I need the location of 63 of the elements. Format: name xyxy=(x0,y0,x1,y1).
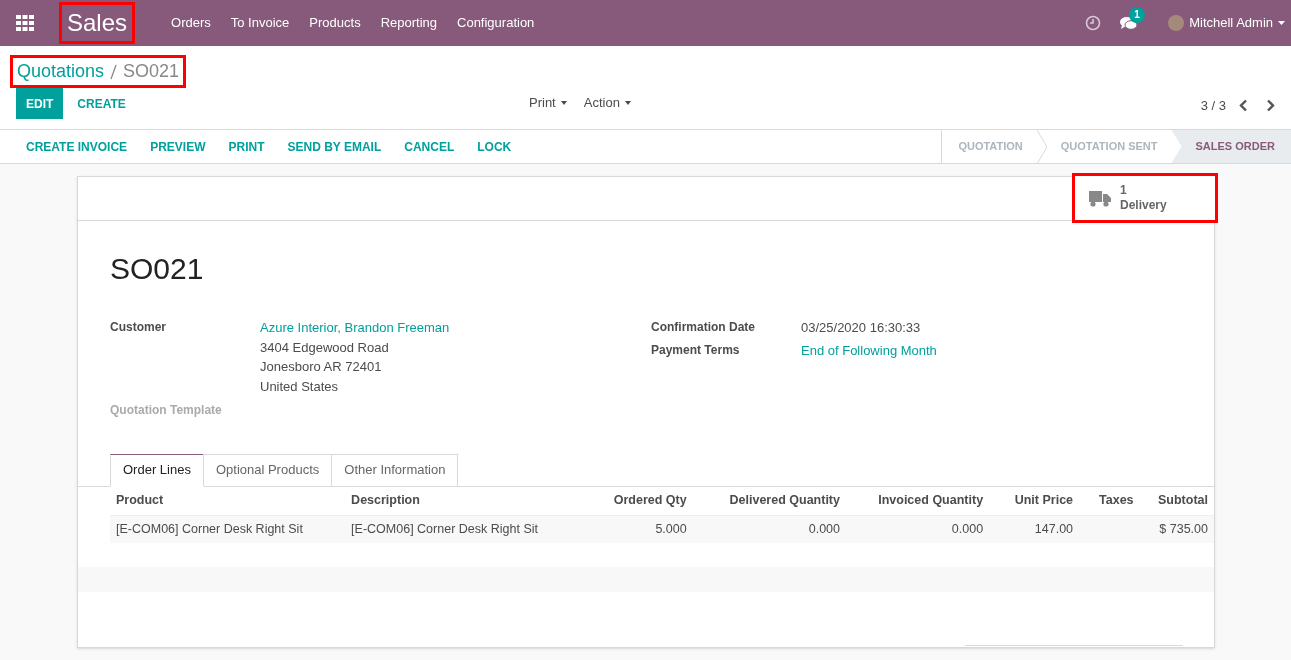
dropdown-button[interactable]: Print xyxy=(529,93,567,113)
header-button[interactable]: CREATE INVOICE xyxy=(26,137,128,156)
field-value: 03/25/2020 16:30:33 xyxy=(801,319,921,337)
table-cell: 5.000 xyxy=(580,515,693,543)
create-button[interactable]: CREATE xyxy=(77,88,126,119)
menu-item[interactable]: Orders xyxy=(171,13,211,33)
column-header[interactable]: Ordered Qty xyxy=(580,486,693,516)
field-link[interactable]: End of Following Month xyxy=(801,340,937,360)
menu-item[interactable]: Reporting xyxy=(380,13,437,33)
table-cell: 0.000 xyxy=(846,515,990,543)
field-link[interactable]: Azure Interior, Brandon Freeman xyxy=(260,318,450,338)
delivery-button[interactable]: 1 Delivery xyxy=(1072,173,1218,223)
column-header[interactable]: Unit Price xyxy=(989,486,1080,516)
truck-icon xyxy=(1089,189,1111,207)
caret-icon xyxy=(560,100,567,105)
user-menu[interactable]: Mitchell Admin xyxy=(1189,13,1285,33)
column-header[interactable]: Taxes xyxy=(1079,486,1133,516)
apps-menu-icon[interactable] xyxy=(15,13,35,33)
caret-icon xyxy=(1278,21,1285,25)
breadcrumb-current: SO021 xyxy=(123,60,180,83)
header-button[interactable]: CANCEL xyxy=(404,137,455,156)
field-value: 3404 Edgewood Road xyxy=(260,338,390,357)
delivery-label: Delivery xyxy=(1120,198,1167,213)
breadcrumb-separator-icon xyxy=(110,63,118,80)
field-value: Jonesboro AR 72401 xyxy=(260,358,383,376)
dropdown-button[interactable]: Action xyxy=(583,93,631,113)
column-header[interactable]: Product xyxy=(110,486,346,516)
message-count-badge: 1 xyxy=(1129,6,1145,23)
menu-item[interactable]: Products xyxy=(309,13,361,33)
menu-item[interactable]: Configuration xyxy=(457,13,535,33)
table-cell: 147.00 xyxy=(989,515,1080,543)
delivery-count: 1 xyxy=(1120,183,1127,198)
order-title: SO021 xyxy=(110,251,205,287)
header-button[interactable]: PREVIEW xyxy=(150,137,206,156)
field-label: Customer xyxy=(110,319,167,336)
previous-icon[interactable] xyxy=(1239,99,1248,113)
table-cell: 0.000 xyxy=(692,515,846,543)
table-cell: [E-COM06] Corner Desk Right Sit xyxy=(110,515,346,543)
pager-value: 3 / 3 xyxy=(1200,97,1226,115)
field-label: Payment Terms xyxy=(651,341,741,359)
tab[interactable]: Order Lines xyxy=(110,453,204,487)
app-title: Sales xyxy=(59,2,136,44)
clock-icon[interactable] xyxy=(1085,15,1102,31)
table-cell: $ 735.00 xyxy=(1132,515,1214,543)
menu-item[interactable]: To Invoice xyxy=(230,13,290,33)
column-header[interactable]: Delivered Quantity xyxy=(692,486,846,516)
column-header[interactable]: Invoiced Quantity xyxy=(846,486,990,516)
stage-button[interactable]: SALES ORDER xyxy=(1171,130,1291,163)
table-cell: [E-COM06] Corner Desk Right Sit xyxy=(345,515,581,543)
header-button[interactable]: SEND BY EMAIL xyxy=(287,137,382,156)
field-label: Confirmation Date xyxy=(651,319,756,336)
header-button[interactable]: LOCK xyxy=(477,137,512,156)
field-label: Quotation Template xyxy=(110,402,223,419)
breadcrumb-link[interactable]: Quotations xyxy=(17,58,105,85)
column-header[interactable]: Description xyxy=(345,486,581,516)
header-button[interactable]: PRINT xyxy=(228,137,265,156)
avatar-icon xyxy=(1168,15,1185,31)
edit-button[interactable]: EDIT xyxy=(16,88,64,119)
column-header[interactable]: Subtotal xyxy=(1132,486,1214,516)
field-value: United States xyxy=(260,377,340,396)
next-icon[interactable] xyxy=(1266,99,1275,113)
caret-icon xyxy=(624,100,631,105)
tab[interactable]: Other Information xyxy=(331,453,459,486)
